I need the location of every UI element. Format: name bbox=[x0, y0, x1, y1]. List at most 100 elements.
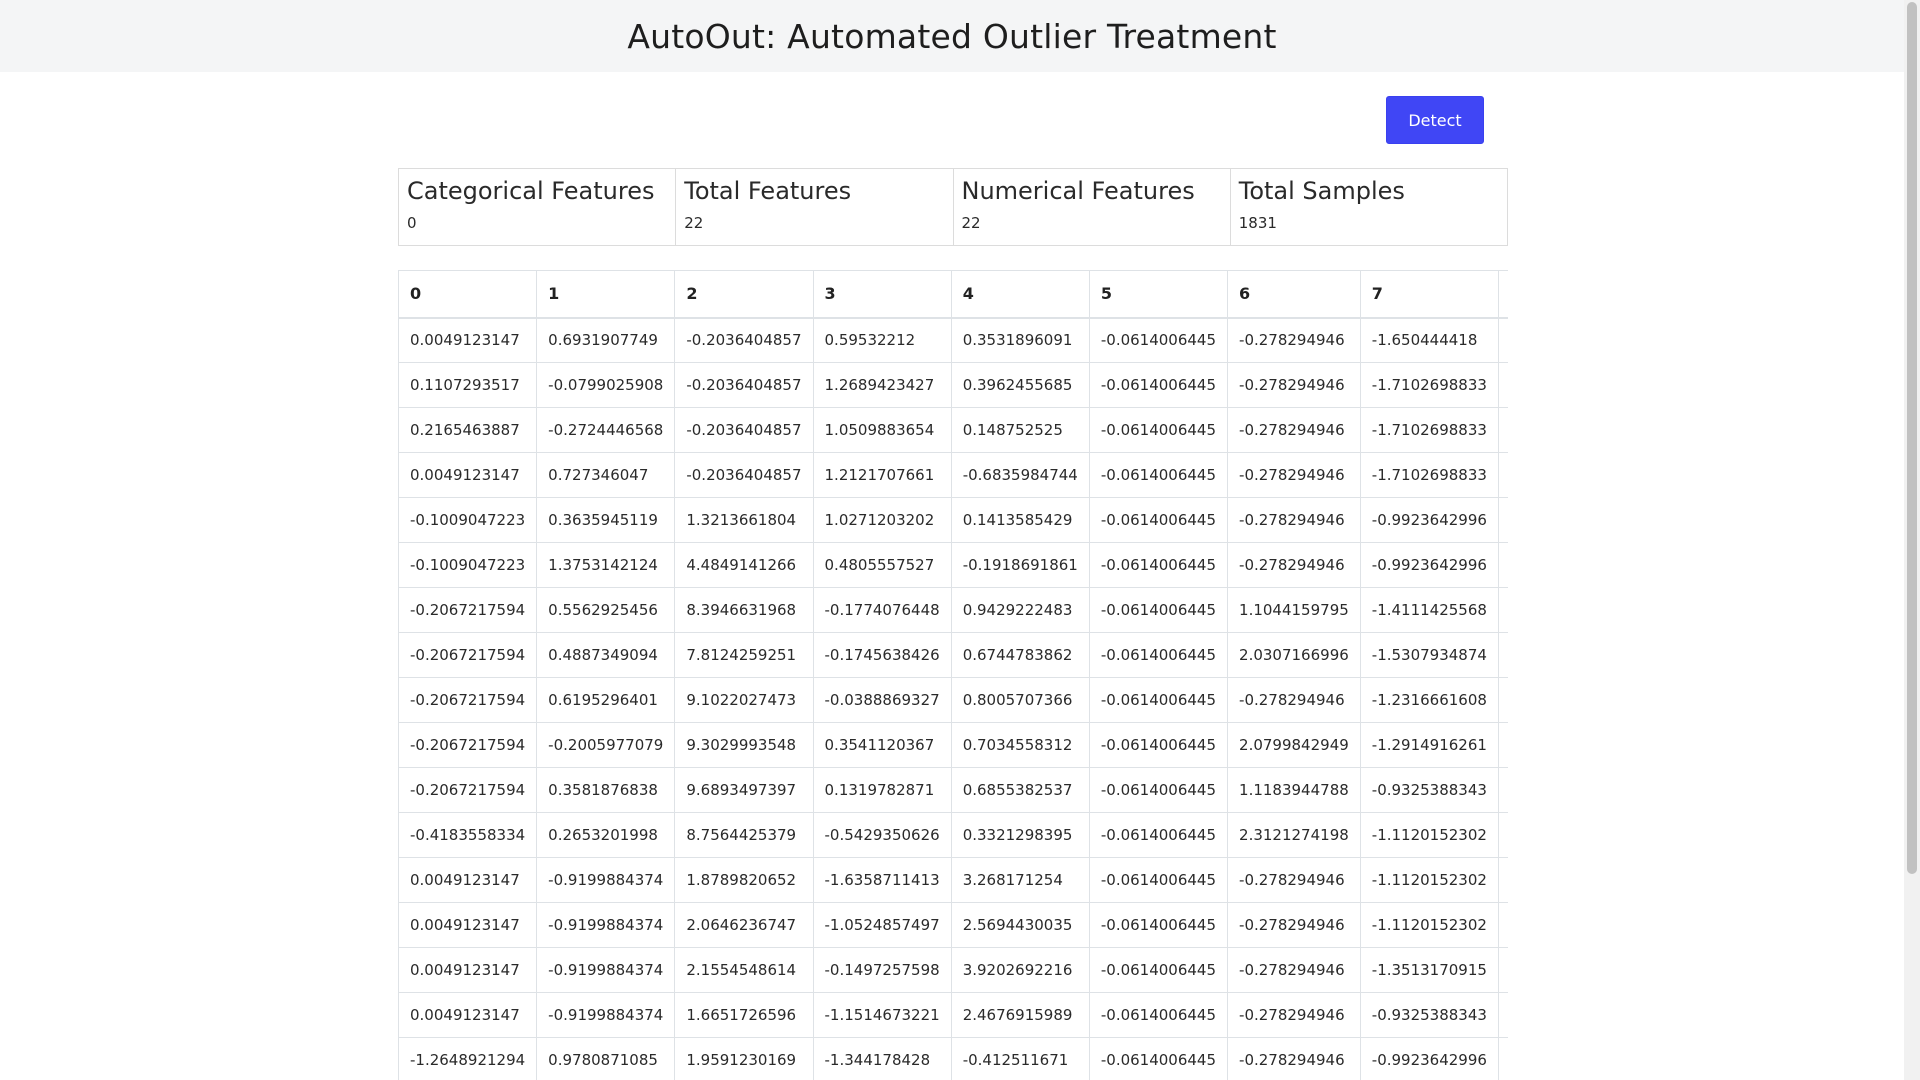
table-cell: -0.0614006445 bbox=[1088, 677, 1229, 723]
table-cell: -0.9923642996 bbox=[1359, 1037, 1499, 1080]
table-cell: 9.6893497397 bbox=[674, 767, 814, 813]
detect-button[interactable]: Detect bbox=[1386, 96, 1484, 144]
table-cell: 1.0271203202 bbox=[812, 497, 952, 543]
table-cell: 0.2165463887 bbox=[398, 407, 538, 453]
table-cell: 0.0049123147 bbox=[398, 902, 538, 948]
table-cell: -0.1009047223 bbox=[398, 542, 538, 588]
table-cell: 2.5694430035 bbox=[950, 902, 1090, 948]
table-cell: 0.9429222483 bbox=[950, 587, 1090, 633]
table-cell: -0.9325388343 bbox=[1359, 767, 1499, 813]
stat-value: 22 bbox=[684, 214, 704, 232]
table-row: -0.2067217594 0.5562925456 8.3946631968 -0.… bbox=[398, 587, 1508, 633]
table-cell: 0.3581876838 bbox=[536, 767, 676, 813]
table-row: -0.2067217594 0.6195296401 9.1022027473 -0.… bbox=[398, 677, 1508, 723]
table-cell: 2.3121274198 bbox=[1227, 812, 1361, 858]
column-header: 6 bbox=[1227, 270, 1361, 319]
table-cell: 0.7590 bbox=[1497, 362, 1508, 408]
table-row: 0.0049123147 -0.9199884374 1.6651726596 -1.… bbox=[398, 992, 1508, 1038]
table-cell: -0.278294946 bbox=[1227, 407, 1361, 453]
table-cell: -0.0614006445 bbox=[1088, 857, 1229, 903]
table-cell: 1.3213661804 bbox=[674, 497, 814, 543]
stat-value: 22 bbox=[961, 214, 981, 232]
page-scrollbar[interactable] bbox=[1904, 0, 1920, 1080]
table-cell: -0.278294946 bbox=[1227, 902, 1361, 948]
table-cell: -1.1120152302 bbox=[1359, 857, 1499, 903]
table-row: -0.1009047223 1.3753142124 4.4849141266 0.4… bbox=[398, 542, 1508, 588]
table-row: 0.1107293517 -0.0799025908 -0.2036404857 1.… bbox=[398, 362, 1508, 408]
table-cell: -0.0799025908 bbox=[536, 362, 676, 408]
table-cell: -1.2316661608 bbox=[1359, 677, 1499, 723]
table-cell: 0.3321298395 bbox=[950, 812, 1090, 858]
table-cell: 1.1065 bbox=[1497, 407, 1508, 453]
data-table-container[interactable]: 012345678 0.00491231470.6931907749-0.203… bbox=[398, 270, 1508, 1080]
table-cell: -0.2067217594 bbox=[398, 677, 538, 723]
stat-categorical-features: Categorical Features 0 bbox=[399, 169, 677, 245]
table-cell: -0.2067217594 bbox=[398, 767, 538, 813]
table-cell: 0.6744783862 bbox=[950, 632, 1090, 678]
table-cell: -0.1009047223 bbox=[398, 497, 538, 543]
table-cell: 2.1554548614 bbox=[674, 947, 814, 993]
table-cell: 0.148752525 bbox=[950, 407, 1090, 453]
table-cell: -0.9199884374 bbox=[536, 857, 676, 903]
table-cell: 1.9591230169 bbox=[674, 1037, 814, 1080]
table-cell: 0.2653201998 bbox=[536, 812, 676, 858]
table-row: -1.2648921294 0.9780871085 1.9591230169 -1.… bbox=[398, 1037, 1508, 1080]
table-cell: 0.5562925456 bbox=[536, 587, 676, 633]
table-cell: 1.2121707661 bbox=[812, 452, 952, 498]
column-header: 7 bbox=[1359, 270, 1499, 319]
column-header: 4 bbox=[950, 270, 1090, 319]
scrollbar-thumb[interactable] bbox=[1907, 2, 1917, 874]
table-cell: -0.051 bbox=[1497, 497, 1508, 543]
table-cell: -0.0614006445 bbox=[1088, 992, 1229, 1038]
table-cell: -1.1514673221 bbox=[812, 992, 952, 1038]
table-cell: -1.3513170915 bbox=[1359, 947, 1499, 993]
stat-label: Total Samples bbox=[1238, 177, 1405, 205]
table-cell: 1.2689423427 bbox=[812, 362, 952, 408]
table-cell: 0.9780871085 bbox=[536, 1037, 676, 1080]
app-header: AutoOut: Automated Outlier Treatment bbox=[0, 0, 1904, 72]
table-cell: -0.278294946 bbox=[1227, 362, 1361, 408]
table-cell: -0.0614006445 bbox=[1088, 632, 1229, 678]
table-cell: -0.278294946 bbox=[1227, 497, 1361, 543]
table-row: 0.0049123147 -0.9199884374 2.0646236747 -1.… bbox=[398, 902, 1508, 948]
data-table: 012345678 0.00491231470.6931907749-0.203… bbox=[398, 270, 1508, 1080]
table-cell: 0.2958 bbox=[1497, 812, 1508, 858]
table-row: 0.0049123147 -0.9199884374 2.1554548614 -0.… bbox=[398, 947, 1508, 993]
table-cell: -0.0614006445 bbox=[1088, 902, 1229, 948]
table-cell: 0.9906 bbox=[1497, 632, 1508, 678]
table-cell: 0.0641 bbox=[1497, 542, 1508, 588]
table-cell: -0.0614006445 bbox=[1088, 722, 1229, 768]
table-cell: -0.2036404857 bbox=[674, 452, 814, 498]
table-cell: -0.0614006445 bbox=[1088, 317, 1229, 363]
stat-label: Categorical Features bbox=[407, 177, 655, 205]
table-cell: -0.278294946 bbox=[1227, 857, 1361, 903]
table-body: 0.0049123147 0.6931907749 -0.2036404857 0.5… bbox=[398, 317, 1508, 1080]
table-cell: 3.5385 bbox=[1497, 902, 1508, 948]
table-cell: 2.2646 bbox=[1497, 1037, 1508, 1080]
table-cell: -1.1120152302 bbox=[1359, 902, 1499, 948]
table-cell: -0.2724446568 bbox=[536, 407, 676, 453]
stat-label: Total Features bbox=[684, 177, 852, 205]
table-cell: -0.2067217594 bbox=[398, 722, 538, 768]
table-cell: -1.650444418 bbox=[1359, 317, 1499, 363]
table-cell: 2.0646236747 bbox=[674, 902, 814, 948]
table-cell: -0.0614006445 bbox=[1088, 497, 1229, 543]
table-cell: -0.9923642996 bbox=[1359, 497, 1499, 543]
stat-label: Numerical Features bbox=[961, 177, 1195, 205]
table-cell: 4.4849141266 bbox=[674, 542, 814, 588]
table-cell: -1.7102698833 bbox=[1359, 362, 1499, 408]
table-cell: -0.9923642996 bbox=[1359, 542, 1499, 588]
table-cell: 1.0509883654 bbox=[812, 407, 952, 453]
table-row: 0.0049123147 0.727346047 -0.2036404857 1.21… bbox=[398, 452, 1508, 498]
table-row: 0.0049123147 -0.9199884374 1.8789820652 -1.… bbox=[398, 857, 1508, 903]
table-cell: 0.3635945119 bbox=[536, 497, 676, 543]
table-cell: 1.1065 bbox=[1497, 452, 1508, 498]
table-row: -0.4183558334 0.2653201998 8.7564425379 -0.… bbox=[398, 812, 1508, 858]
table-cell: 9.1022027473 bbox=[674, 677, 814, 723]
table-cell: -0.0614006445 bbox=[1088, 812, 1229, 858]
table-cell: 1.6651726596 bbox=[674, 992, 814, 1038]
column-header: 3 bbox=[812, 270, 952, 319]
table-cell: 3.268171254 bbox=[950, 857, 1090, 903]
table-cell: -0.1497257598 bbox=[812, 947, 952, 993]
table-cell: -0.278294946 bbox=[1227, 542, 1361, 588]
